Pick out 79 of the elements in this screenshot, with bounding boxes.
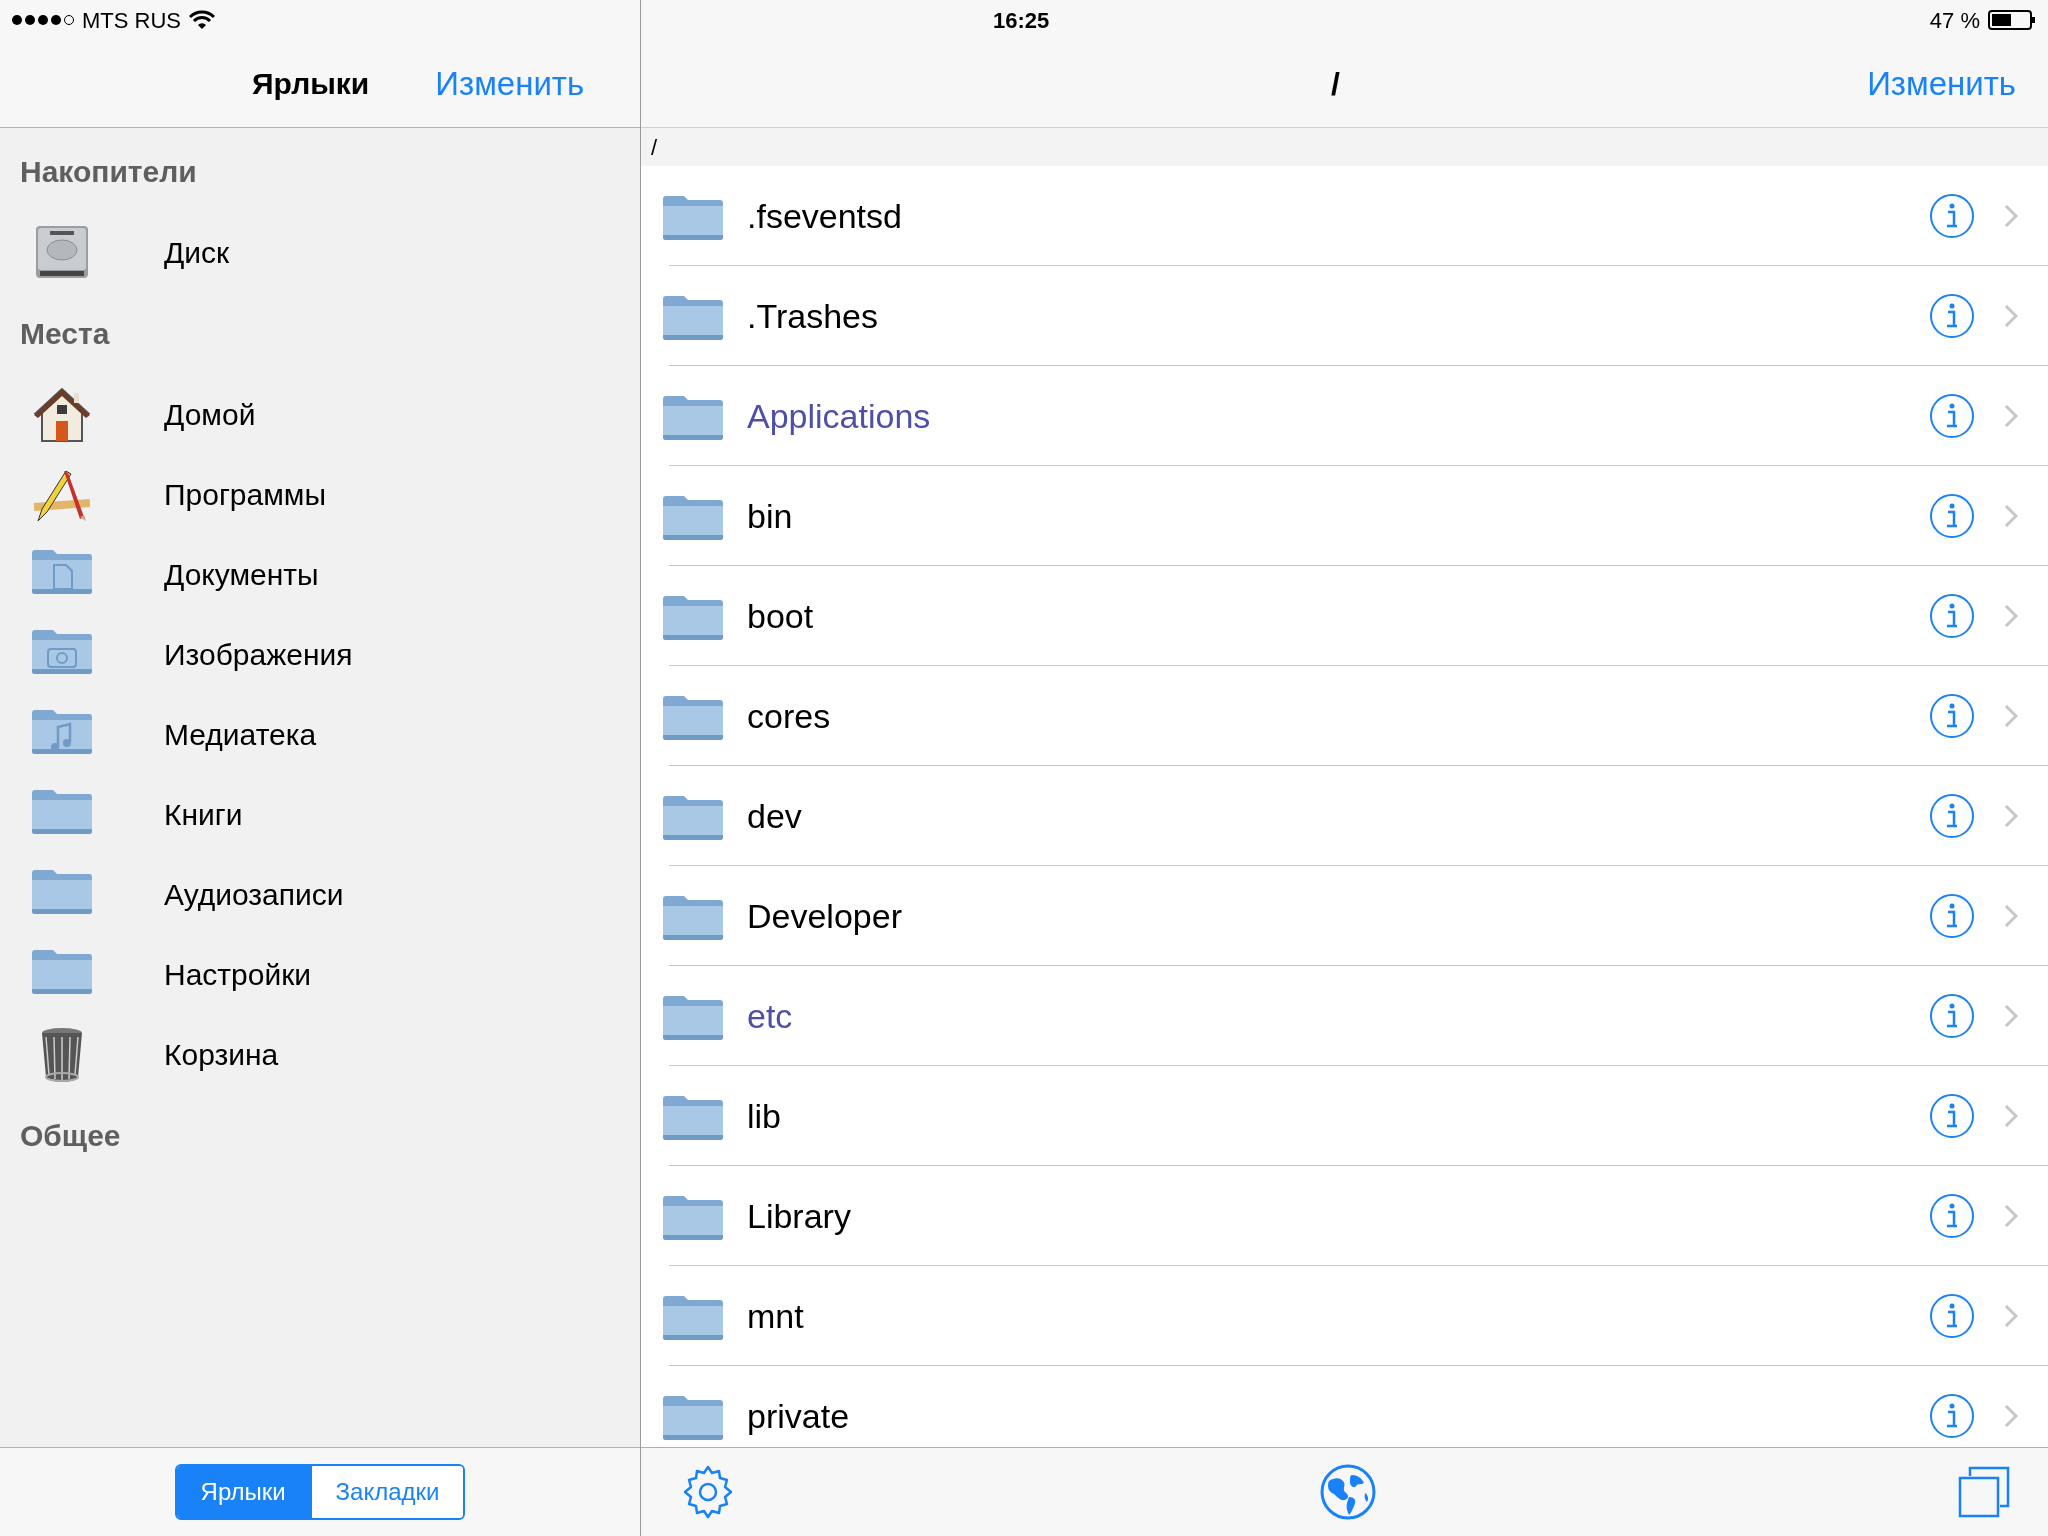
file-name: mnt <box>747 1295 804 1337</box>
info-icon[interactable] <box>1930 894 1974 938</box>
sidebar-item[interactable]: Аудиозаписи <box>0 854 640 934</box>
windows-icon[interactable] <box>1958 1466 2010 1518</box>
path-label: / <box>651 133 658 162</box>
file-name: Developer <box>747 895 902 937</box>
file-name: etc <box>747 995 793 1037</box>
battery-percent: 47 % <box>1929 6 1980 35</box>
sidebar-item[interactable]: Программы <box>0 454 640 534</box>
file-row[interactable]: Library <box>641 1166 2048 1266</box>
info-icon[interactable] <box>1930 294 1974 338</box>
chevron-icon <box>2004 404 2018 428</box>
sidebar-item[interactable]: Документы <box>0 534 640 614</box>
file-name: .fseventsd <box>747 195 902 237</box>
info-icon[interactable] <box>1930 1194 1974 1238</box>
file-name: private <box>747 1395 850 1437</box>
info-icon[interactable] <box>1930 1094 1974 1138</box>
file-name: Library <box>747 1195 851 1237</box>
edit-button[interactable]: Изменить <box>435 58 585 109</box>
sidebar-item[interactable]: Диск <box>0 212 640 292</box>
info-icon[interactable] <box>1930 594 1974 638</box>
file-name: bin <box>747 495 793 537</box>
file-name: dev <box>747 795 802 837</box>
edit-button[interactable]: Изменить <box>1867 58 2016 109</box>
info-icon[interactable] <box>1930 994 1974 1038</box>
chevron-icon <box>2004 1204 2018 1228</box>
file-row[interactable]: Developer <box>641 866 2048 966</box>
sidebar-item[interactable]: Медиатека <box>0 694 640 774</box>
chevron-icon <box>2004 804 2018 828</box>
globe-icon[interactable] <box>1318 1463 1377 1521</box>
chevron-icon <box>2004 304 2018 328</box>
info-icon[interactable] <box>1930 1394 1974 1438</box>
file-row[interactable]: mnt <box>641 1266 2048 1366</box>
file-name: lib <box>747 1095 782 1137</box>
carrier-name: MTS RUS <box>82 6 181 35</box>
sidebar-item[interactable]: Домой <box>0 374 640 454</box>
sidebar-item[interactable]: Настройки <box>0 934 640 1014</box>
file-name: .Trashes <box>747 295 878 337</box>
chevron-icon <box>2004 204 2018 228</box>
panel-title: Ярлыки <box>252 66 370 102</box>
file-row[interactable]: .Trashes <box>641 266 2048 366</box>
chevron-icon <box>2004 504 2018 528</box>
segment-tab[interactable]: Ярлыки <box>176 1466 310 1518</box>
info-icon[interactable] <box>1930 494 1974 538</box>
sidebar-item[interactable]: Книги <box>0 774 640 854</box>
file-name: Applications <box>747 395 931 437</box>
info-icon[interactable] <box>1930 794 1974 838</box>
file-row[interactable]: boot <box>641 566 2048 666</box>
file-row[interactable]: lib <box>641 1066 2048 1166</box>
file-row[interactable]: cores <box>641 666 2048 766</box>
chevron-icon <box>2004 1104 2018 1128</box>
section-heading: Общее <box>19 1117 122 1154</box>
info-icon[interactable] <box>1930 694 1974 738</box>
status-time: 16:25 <box>993 6 1050 35</box>
info-icon[interactable] <box>1930 194 1974 238</box>
wifi-icon <box>189 10 215 30</box>
file-name: boot <box>747 595 814 637</box>
info-icon[interactable] <box>1930 394 1974 438</box>
segment-tab[interactable]: Закладки <box>309 1466 464 1518</box>
chevron-icon <box>2004 704 2018 728</box>
chevron-icon <box>2004 1304 2018 1328</box>
file-row[interactable]: dev <box>641 766 2048 866</box>
chevron-icon <box>2004 1404 2018 1428</box>
file-row[interactable]: bin <box>641 466 2048 566</box>
section-heading: Места <box>19 315 111 352</box>
sidebar-item[interactable]: Корзина <box>0 1014 640 1094</box>
file-row[interactable]: etc <box>641 966 2048 1066</box>
chevron-icon <box>2004 904 2018 928</box>
file-name: cores <box>747 695 831 737</box>
file-row[interactable]: private <box>641 1366 2048 1447</box>
section-heading: Накопители <box>19 153 198 190</box>
sidebar-item[interactable]: Изображения <box>0 614 640 694</box>
folder-title: / <box>1331 64 1340 104</box>
battery-icon <box>1988 9 2036 31</box>
file-row[interactable]: Applications <box>641 366 2048 466</box>
info-icon[interactable] <box>1930 1294 1974 1338</box>
file-row[interactable]: .fseventsd <box>641 166 2048 266</box>
chevron-icon <box>2004 604 2018 628</box>
chevron-icon <box>2004 1004 2018 1028</box>
